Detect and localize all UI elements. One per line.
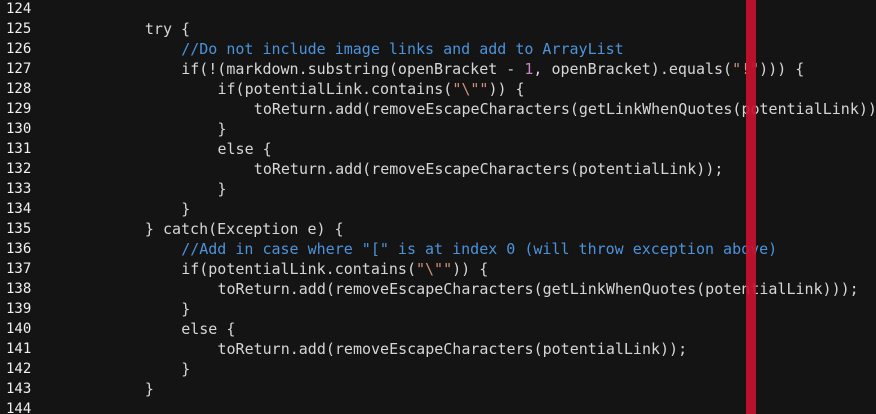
code-token-plain: } — [181, 300, 191, 318]
code-text[interactable]: else { — [218, 139, 272, 159]
code-line[interactable]: 141 toReturn.add(removeEscapeCharacters(p… — [0, 339, 876, 359]
code-token-plain: , openBracket).equals( — [533, 60, 733, 78]
code-text[interactable]: } catch(Exception e) { — [145, 219, 344, 239]
code-token-plain: } — [217, 120, 227, 138]
code-line[interactable]: 143} — [0, 379, 876, 399]
code-text[interactable]: toReturn.add(removeEscapeCharacters(getL… — [218, 279, 859, 299]
code-text[interactable]: //Do not include image links and add to … — [181, 39, 624, 59]
code-token-plain: if(potentialLink.contains( — [181, 260, 416, 278]
code-token-plain: if(!(markdown.substring(openBracket - — [181, 60, 525, 78]
line-number: 141 — [6, 341, 32, 357]
code-token-comment: //Do not include image links and add to … — [181, 40, 624, 58]
line-number: 134 — [6, 201, 32, 217]
line-number: 142 — [6, 361, 32, 377]
code-token-string: "\"" — [452, 80, 489, 98]
code-line[interactable]: 139} — [0, 299, 876, 319]
code-line[interactable]: 129 toReturn.add(removeEscapeCharacters(g… — [0, 99, 876, 119]
code-text[interactable]: //Add in case where "[" is at index 0 (w… — [181, 239, 777, 259]
line-number: 143 — [6, 381, 32, 397]
code-token-plain: } — [181, 360, 191, 378]
line-number: 140 — [6, 321, 32, 337]
code-text[interactable]: toReturn.add(removeEscapeCharacters(pote… — [254, 159, 724, 179]
code-text[interactable]: if(potentialLink.contains("\"")) { — [181, 259, 488, 279]
code-line[interactable]: 140 else { — [0, 319, 876, 339]
line-number: 125 — [6, 21, 32, 37]
code-line[interactable]: 132 toReturn.add(removeEscapeCharacters(p… — [0, 159, 876, 179]
line-number: 139 — [6, 301, 32, 317]
code-text[interactable]: if(potentialLink.contains("\"")) { — [218, 79, 525, 99]
line-number: 133 — [6, 181, 32, 197]
code-line[interactable]: 138 toReturn.add(removeEscapeCharacters(g… — [0, 279, 876, 299]
code-token-plain: else { — [181, 320, 236, 338]
code-token-plain: toReturn.add(removeEscapeCharacters(pote… — [217, 340, 688, 358]
line-number: 144 — [6, 401, 32, 414]
code-token-plain: if(potentialLink.contains( — [217, 80, 453, 98]
code-text[interactable]: } — [145, 379, 154, 399]
line-number: 137 — [6, 261, 32, 277]
code-line[interactable]: 134} — [0, 199, 876, 219]
line-number: 138 — [6, 281, 32, 297]
code-text[interactable]: } — [218, 119, 227, 139]
code-line[interactable]: 136 //Add in case where "[" is at index 0… — [0, 239, 876, 259]
code-line[interactable]: 126 //Do not include image links and add … — [0, 39, 876, 59]
code-editor[interactable]: 124 125 try { 126 //Do not include image lin… — [0, 0, 876, 414]
code-token-plain: toReturn.add(removeEscapeCharacters(getL… — [217, 280, 859, 298]
line-number: 128 — [6, 81, 32, 97]
code-token-plain: toReturn.add(removeEscapeCharacters(getL… — [253, 100, 876, 118]
code-token-plain: } catch(Exception e) { — [144, 220, 344, 238]
code-token-comment: //Add in case where "[" is at index 0 (w… — [181, 240, 778, 258]
code-line[interactable]: 124 — [0, 0, 876, 19]
code-line[interactable]: 125 try { — [0, 19, 876, 39]
code-text[interactable]: try { — [145, 19, 190, 39]
code-token-plain: else { — [217, 140, 272, 158]
code-token-plain: )) { — [452, 260, 489, 278]
code-line[interactable]: 131 else { — [0, 139, 876, 159]
column-ruler — [746, 0, 756, 414]
code-text[interactable]: else { — [181, 319, 235, 339]
code-text[interactable]: } — [181, 199, 190, 219]
code-text[interactable]: if(!(markdown.substring(openBracket - 1,… — [181, 59, 804, 79]
code-line[interactable]: 135 } catch(Exception e) { — [0, 219, 876, 239]
code-token-plain: )) { — [488, 80, 525, 98]
code-text[interactable]: } — [218, 179, 227, 199]
line-number: 132 — [6, 161, 32, 177]
line-number: 130 — [6, 121, 32, 137]
code-text[interactable]: toReturn.add(removeEscapeCharacters(pote… — [218, 339, 688, 359]
line-number: 126 — [6, 41, 32, 57]
code-token-plain: toReturn.add(removeEscapeCharacters(pote… — [253, 160, 724, 178]
code-token-plain: } — [217, 180, 227, 198]
code-line[interactable]: 133} — [0, 179, 876, 199]
code-text[interactable]: } — [181, 359, 190, 379]
code-token-plain: } — [181, 200, 191, 218]
line-number: 136 — [6, 241, 32, 257]
code-token-string: "\"" — [416, 260, 453, 278]
code-line[interactable]: 127 if(!(markdown.substring(openBracket -… — [0, 59, 876, 79]
code-line[interactable]: 128 if(potentialLink.contains("\"")) { — [0, 79, 876, 99]
code-text[interactable]: } — [181, 299, 190, 319]
line-number: 131 — [6, 141, 32, 157]
code-token-plain: ))) { — [759, 60, 805, 78]
code-token-plain: } — [144, 380, 154, 398]
line-number: 124 — [6, 1, 32, 17]
line-number: 127 — [6, 61, 32, 77]
code-line[interactable]: 142} — [0, 359, 876, 379]
line-number: 129 — [6, 101, 32, 117]
code-line[interactable]: 144 — [0, 399, 876, 414]
line-number: 135 — [6, 221, 32, 237]
code-token-keyword: try { — [144, 20, 191, 38]
code-line[interactable]: 137 if(potentialLink.contains("\"")) { — [0, 259, 876, 279]
code-text[interactable]: toReturn.add(removeEscapeCharacters(getL… — [254, 99, 876, 119]
code-line[interactable]: 130} — [0, 119, 876, 139]
